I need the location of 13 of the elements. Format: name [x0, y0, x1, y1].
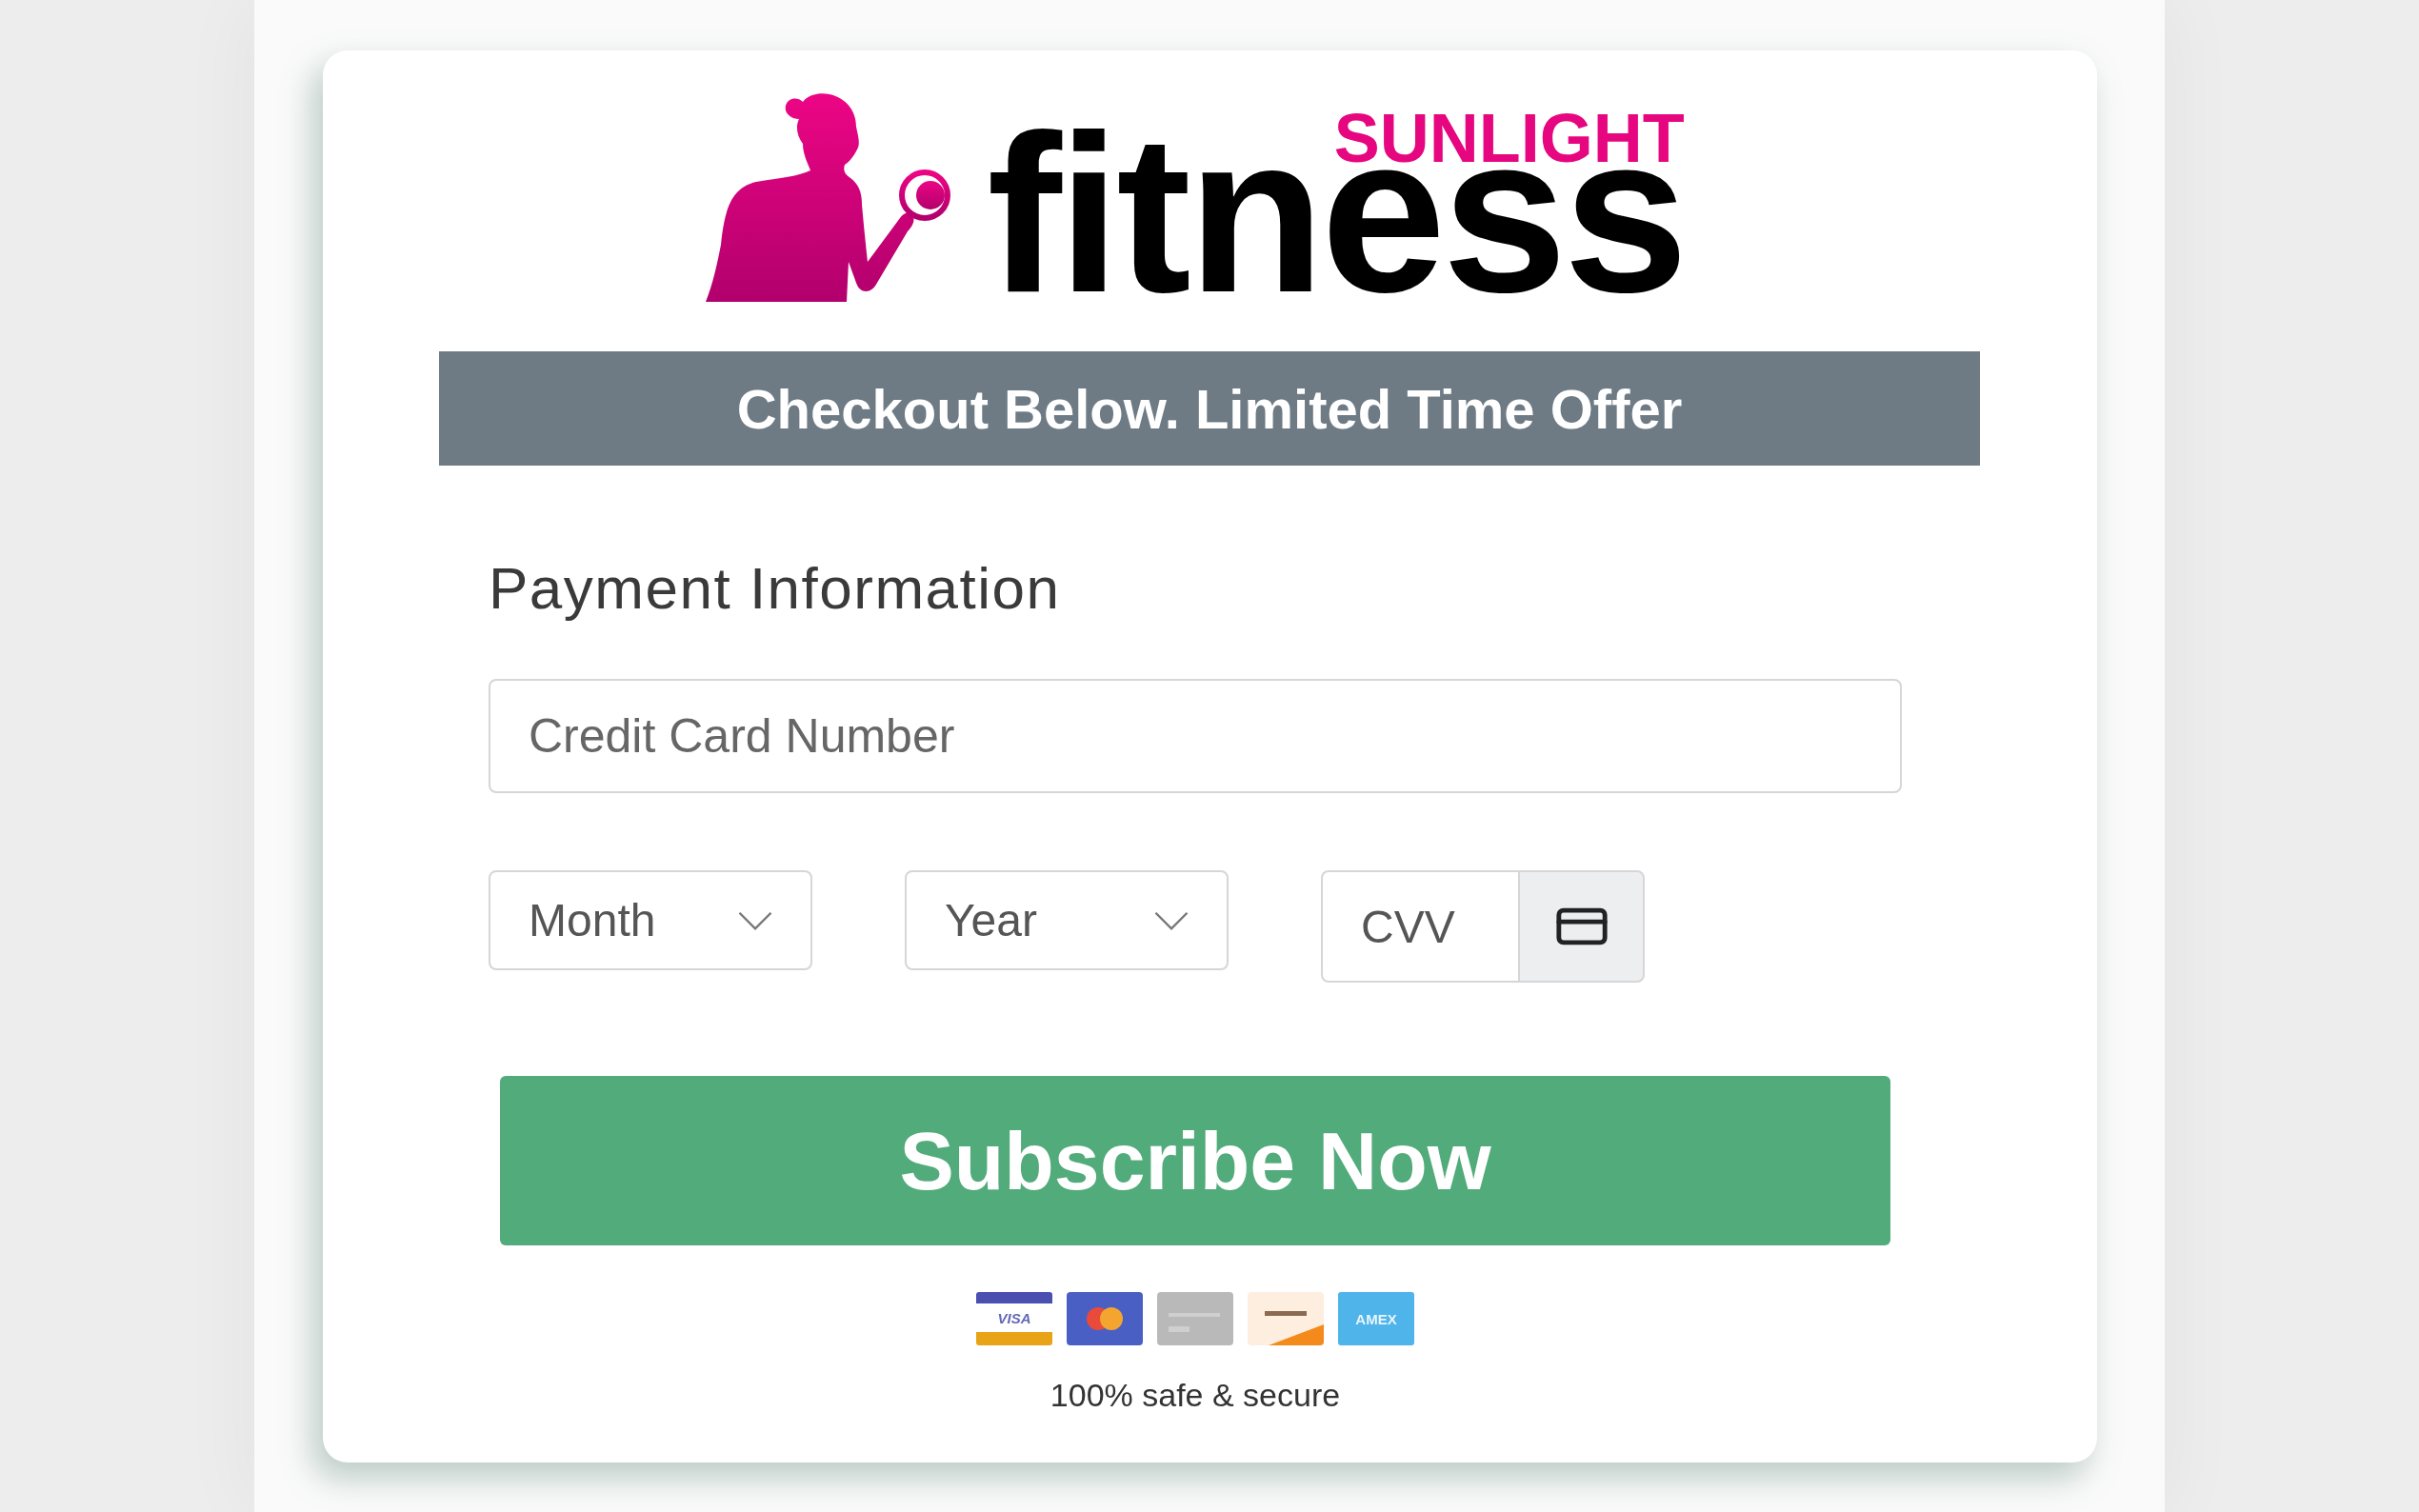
payment-card-logo: VISA	[976, 1292, 1052, 1345]
security-note: 100% safe & secure	[1050, 1379, 1341, 1411]
payment-card-logo: AMEX	[1338, 1292, 1414, 1345]
chevron-down-icon	[738, 910, 772, 930]
payment-card-icon	[1248, 1292, 1324, 1345]
chevron-down-icon	[1154, 910, 1189, 930]
payment-card-icon	[1157, 1292, 1233, 1345]
payment-card-icon	[1067, 1292, 1143, 1345]
cvv-field[interactable]: CVV	[1321, 870, 1518, 983]
offer-banner: Checkout Below. Limited Time Offer	[439, 351, 1980, 466]
year-select[interactable]: Year	[905, 870, 1229, 970]
month-select[interactable]: Month	[489, 870, 812, 970]
card-number-field[interactable]: Credit Card Number	[489, 679, 1902, 793]
